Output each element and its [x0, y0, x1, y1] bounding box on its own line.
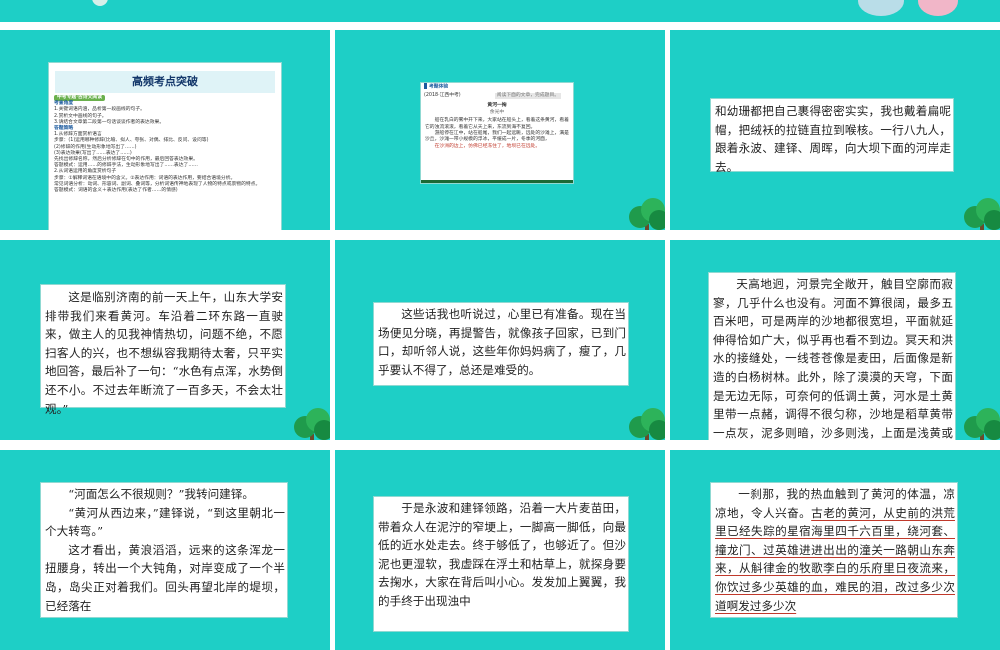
list-item: 答题模式：词语的含义＋表达作用(表达了作者……的情感) — [54, 188, 178, 194]
paragraph: 这才看出，黄浪滔滔，远来的这条浑龙一扭腰身，转出一个大钝角，对岸变成了一个半岛，… — [45, 542, 285, 613]
paragraph: 和幼珊都把自己裹得密密实实，我也戴着扁呢帽，把绒袄的拉链直拉到喉核。一行八九人，… — [715, 104, 951, 174]
tree-icon — [625, 196, 665, 230]
paragraph: 游船停在江中，站在船尾，我们一起远眺，远处的沙滩上，满是沙丘，沙滩一带小规模的浮… — [425, 131, 569, 143]
top-banner — [0, 0, 1000, 22]
paragraph: “黄河从西边来，”建铎说，“到这里朝北一个大转弯。” — [45, 505, 285, 539]
tree-icon — [960, 406, 1000, 440]
slide-thumbnail-6[interactable]: 天高地迥，河景完全敞开，触目空廓而寂寥，几乎什么也没有。河面不算很阔，最多五百米… — [670, 240, 1000, 440]
paragraph: 于是永波和建铎领路，沿着一大片麦苗田，带着众人在泥泞的窄埂上，一脚高一脚低，向最… — [378, 501, 626, 608]
paragraph: 船在乳白的雾中开下来，大家站在船头上，看着这条黄河，看着它的浊流滚滚，看着它从天… — [425, 118, 569, 130]
paragraph: “河面怎么不很规则？”我转问建铎。 — [68, 487, 254, 501]
text-panel: “河面怎么不很规则？”我转问建铎。 “黄河从西边来，”建铎说，“到这里朝北一个大… — [40, 482, 288, 618]
text-panel: 这是临别济南的前一天上午，山东大学安排带我们来看黄河。车沿着二环东路一直驶来，做… — [40, 284, 286, 416]
paragraph: 这些话我也听说过，心里已有准备。现在当场便见分晓，再提警告，就像孩子回家，已到门… — [378, 307, 626, 377]
bookmark-icon — [424, 83, 427, 89]
document-preview: 考题体验 (2018·江西中考) 阅读下面的文章，完成题目。 黄河一掬 余光中 船… — [420, 82, 574, 184]
slide-thumbnail-4[interactable]: 这是临别济南的前一天上午，山东大学安排带我们来看黄河。车沿着二环东路一直驶来，做… — [0, 240, 330, 440]
text-panel: 一刹那，我的热血触到了黄河的体温，凉凉地，令人兴奋。古老的黄河，从史前的洪荒里已… — [710, 482, 958, 618]
divider — [421, 180, 573, 183]
slide-thumbnail-2[interactable]: 考题体验 (2018·江西中考) 阅读下面的文章，完成题目。 黄河一掬 余光中 船… — [335, 30, 665, 230]
author: 余光中 — [489, 109, 505, 115]
paragraph: 在沙洲的边上，仿佛已经冻住了，地坝已在远处。 — [434, 143, 541, 149]
text-panel: 天高地迥，河景完全敞开，触目空廓而寂寥，几乎什么也没有。河面不算很阔，最多五百米… — [708, 272, 956, 440]
paragraph: 天高地迥，河景完全敞开，触目空廓而寂寥，几乎什么也没有。河面不算很阔，最多五百米… — [713, 277, 953, 440]
paragraph: 这是临别济南的前一天上午，山东大学安排带我们来看黄河。车沿着二环东路一直驶来，做… — [45, 290, 283, 416]
underlined-sentence: 古老的黄河，从史前的洪荒里已经失踪的星宿海里四千六百里，绕河套、撞龙门、过英雄进… — [715, 505, 955, 613]
slide-thumbnail-5[interactable]: 这些话我也听说过，心里已有准备。现在当场便见分晓，再提警告，就像孩子回家，已到门… — [335, 240, 665, 440]
slide-title: 高频考点突破 — [55, 71, 275, 93]
tree-icon — [290, 406, 330, 440]
source-label: (2018·江西中考) — [424, 93, 461, 98]
text-panel: 和幼珊都把自己裹得密密实实，我也戴着扁呢帽，把绒袄的拉链直拉到喉核。一行八九人，… — [710, 98, 954, 174]
slide-thumbnail-9[interactable]: 一刹那，我的热血触到了黄河的体温，凉凉地，令人兴奋。古老的黄河，从史前的洪荒里已… — [670, 450, 1000, 650]
document-preview: 高频考点突破 中考专题·古诗文阅读 考查角度 1.关键词语内涵，品析第一段画线的… — [48, 62, 282, 230]
decoration — [918, 0, 958, 16]
slide-thumbnail-7[interactable]: “河面怎么不很规则？”我转问建铎。 “黄河从西边来，”建铎说，“到这里朝北一个大… — [0, 450, 330, 650]
slide-thumbnail-8[interactable]: 于是永波和建铎领路，沿着一大片麦苗田，带着众人在泥泞的窄埂上，一脚高一脚低，向最… — [335, 450, 665, 650]
slide-thumbnail-3[interactable]: 和幼珊都把自己裹得密密实实，我也戴着扁呢帽，把绒袄的拉链直拉到喉核。一行八九人，… — [670, 30, 1000, 230]
tree-icon — [960, 196, 1000, 230]
slide-thumbnail-1[interactable]: 高频考点突破 中考专题·古诗文阅读 考查角度 1.关键词语内涵，品析第一段画线的… — [0, 30, 330, 230]
text-panel: 于是永波和建铎领路，沿着一大片麦苗田，带着众人在泥泞的窄埂上，一脚高一脚低，向最… — [373, 496, 629, 632]
decoration — [92, 0, 108, 6]
text-panel: 这些话我也听说过，心里已有准备。现在当场便见分晓，再提警告，就像孩子回家，已到门… — [373, 302, 629, 386]
paragraph: 一刹那，我的热血触到了黄河的体温，凉凉地，令人兴奋。古老的黄河，从史前的洪荒里已… — [715, 485, 955, 615]
tree-icon — [625, 406, 665, 440]
stamp: 阅读下面的文章，完成题目。 — [494, 93, 562, 100]
decoration — [858, 0, 904, 16]
section-heading: 考题体验 — [429, 84, 449, 90]
